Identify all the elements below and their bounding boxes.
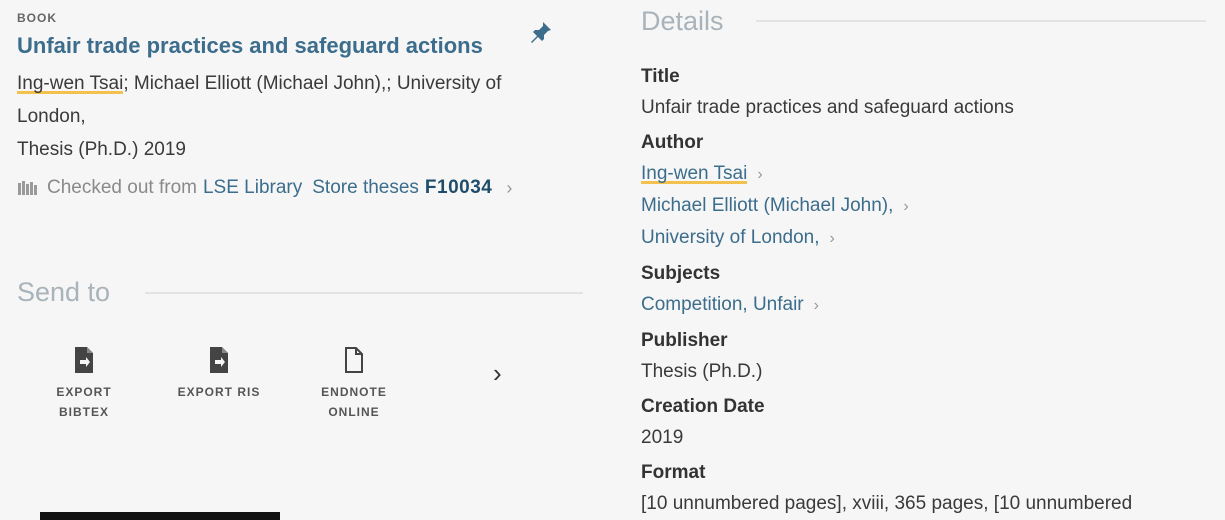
export-ris-label: EXPORT RIS bbox=[177, 385, 261, 399]
chevron-right-icon: › bbox=[813, 297, 819, 314]
availability-location: Store theses bbox=[312, 177, 419, 198]
creation-date-value: 2019 bbox=[641, 427, 684, 448]
authors-line-2: London, bbox=[17, 106, 86, 127]
endnote-online-label-1: ENDNOTE bbox=[321, 385, 387, 399]
title-label: Title bbox=[641, 66, 680, 87]
availability-library: LSE Library bbox=[202, 177, 303, 198]
publication-line: Thesis (Ph.D.) 2019 bbox=[17, 139, 186, 160]
details-panel: Details Title Unfair trade practices and… bbox=[641, 0, 1221, 520]
record-authors: Ing-wen Tsai; Michael Elliott (Michael J… bbox=[17, 67, 592, 166]
author-link-2[interactable]: Michael Elliott (Michael John), › bbox=[641, 195, 909, 217]
export-ris-button[interactable]: EXPORT RIS bbox=[174, 346, 264, 402]
author-link-1-text: Ing-wen Tsai bbox=[641, 163, 748, 184]
export-bibtex-label-1: EXPORT bbox=[56, 385, 112, 399]
chevron-right-icon: › bbox=[829, 230, 835, 247]
publisher-label: Publisher bbox=[641, 330, 728, 351]
pin-icon[interactable] bbox=[529, 20, 553, 44]
authors-rest: ; Michael Elliott (Michael John),; Unive… bbox=[123, 73, 502, 94]
send-to-next-icon[interactable]: › bbox=[493, 358, 502, 389]
export-file-icon bbox=[210, 347, 228, 373]
send-to-divider bbox=[145, 292, 583, 294]
creation-date-label: Creation Date bbox=[641, 396, 765, 417]
export-bibtex-label-2: BIBTEX bbox=[58, 405, 109, 419]
subjects-label: Subjects bbox=[641, 263, 721, 284]
availability-status: Checked out from bbox=[47, 177, 197, 198]
document-icon bbox=[345, 347, 363, 373]
author-link-3[interactable]: University of London, › bbox=[641, 227, 835, 249]
details-heading: Details bbox=[641, 6, 724, 36]
chevron-right-icon: › bbox=[903, 198, 909, 215]
resource-type-label: BOOK bbox=[17, 11, 57, 25]
author-link-3-text: University of London, bbox=[641, 227, 820, 248]
subject-link-1[interactable]: Competition, Unfair › bbox=[641, 294, 819, 316]
chevron-right-icon: › bbox=[506, 177, 513, 198]
send-to-heading: Send to bbox=[17, 277, 111, 307]
record-title-link[interactable]: Unfair trade practices and safeguard act… bbox=[17, 33, 483, 59]
endnote-online-label-2: ONLINE bbox=[328, 405, 380, 419]
format-label: Format bbox=[641, 462, 706, 483]
title-value: Unfair trade practices and safeguard act… bbox=[641, 97, 1014, 118]
author-link-1[interactable]: Ing-wen Tsai › bbox=[641, 163, 763, 185]
author-primary[interactable]: Ing-wen Tsai bbox=[17, 73, 123, 94]
bottom-overlay bbox=[40, 512, 280, 520]
record-summary: BOOK Unfair trade practices and safeguar… bbox=[17, 0, 597, 520]
subject-link-1-text: Competition, Unfair bbox=[641, 294, 804, 315]
export-file-icon bbox=[75, 347, 93, 373]
book-icon bbox=[18, 181, 37, 195]
endnote-online-button[interactable]: ENDNOTE ONLINE bbox=[309, 346, 399, 422]
call-number: F10034 bbox=[424, 177, 493, 198]
chevron-right-icon: › bbox=[757, 166, 763, 183]
export-bibtex-button[interactable]: EXPORT BIBTEX bbox=[39, 346, 129, 422]
publisher-value: Thesis (Ph.D.) bbox=[641, 361, 763, 382]
availability-line[interactable]: Checked out from LSE Library Store these… bbox=[17, 177, 512, 199]
author-link-2-text: Michael Elliott (Michael John), bbox=[641, 195, 894, 216]
format-value: [10 unnumbered pages], xviii, 365 pages,… bbox=[641, 493, 1133, 514]
author-label: Author bbox=[641, 132, 704, 153]
details-divider bbox=[756, 20, 1206, 22]
